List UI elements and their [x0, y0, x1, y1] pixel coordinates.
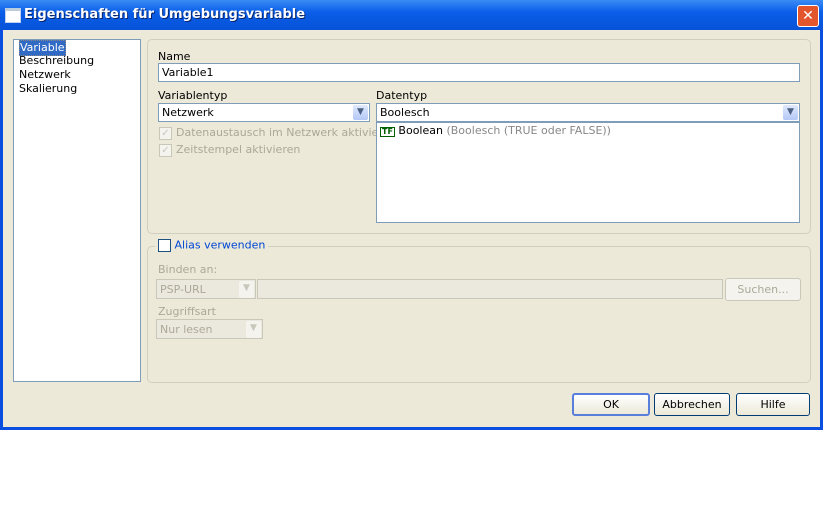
checkbox-zeitstempel-label: Zeitstempel aktivieren — [176, 143, 301, 156]
variablentyp-select[interactable]: Netzwerk ▼ — [158, 103, 370, 122]
checkbox-datenaustausch-label: Datenaustausch im Netzwerk aktivieren — [176, 126, 397, 139]
checkbox-zeitstempel: ✓ — [159, 144, 172, 157]
bind-url-input — [257, 279, 723, 299]
name-input[interactable]: Variable1 — [158, 63, 800, 82]
list-item-name: Boolean — [398, 124, 443, 137]
close-button[interactable]: ✕ — [797, 5, 819, 27]
alias-group — [147, 246, 811, 383]
help-button[interactable]: Hilfe — [736, 393, 810, 416]
list-item-desc: (Boolesch (TRUE oder FALSE)) — [446, 124, 611, 137]
list-item[interactable]: TF Boolean (Boolesch (TRUE oder FALSE)) — [380, 123, 799, 139]
search-button: Suchen... — [725, 278, 801, 301]
chevron-down-icon[interactable]: ▼ — [353, 105, 368, 120]
dialog-client: Variable Beschreibung Netzwerk Skalierun… — [3, 30, 820, 427]
datentyp-label: Datentyp — [376, 89, 428, 102]
alias-label[interactable]: Alias verwenden — [175, 239, 266, 252]
variablentyp-label: Variablentyp — [158, 89, 228, 102]
dialog-window: Eigenschaften für Umgebungsvariable ✕ Va… — [0, 0, 823, 430]
category-list[interactable]: Variable Beschreibung Netzwerk Skalierun… — [13, 39, 141, 382]
window-icon — [5, 8, 21, 23]
nav-item-beschreibung[interactable]: Beschreibung — [16, 54, 140, 68]
cancel-button[interactable]: Abbrechen — [654, 393, 730, 416]
variablentyp-value: Netzwerk — [162, 106, 214, 119]
nav-item-netzwerk[interactable]: Netzwerk — [16, 68, 140, 82]
binden-label: Binden an: — [158, 263, 218, 276]
nav-item-skalierung[interactable]: Skalierung — [16, 82, 140, 96]
chevron-down-icon[interactable]: ▼ — [783, 105, 798, 120]
title-bar[interactable]: Eigenschaften für Umgebungsvariable ✕ — [0, 0, 823, 30]
zugriffsart-label: Zugriffsart — [158, 305, 216, 318]
datentyp-value: Boolesch — [380, 106, 430, 119]
ok-button[interactable]: OK — [572, 393, 650, 416]
bind-type-select: PSP-URL ▼ — [156, 279, 256, 299]
datentyp-list[interactable]: TF Boolean (Boolesch (TRUE oder FALSE)) — [376, 122, 800, 223]
datentyp-select[interactable]: Boolesch ▼ — [376, 103, 800, 122]
access-select: Nur lesen ▼ — [156, 319, 263, 339]
name-label: Name — [158, 50, 191, 63]
chevron-down-icon: ▼ — [246, 321, 261, 338]
chevron-down-icon: ▼ — [239, 281, 254, 298]
checkbox-datenaustausch: ✓ — [159, 127, 172, 140]
bind-type-value: PSP-URL — [160, 283, 206, 296]
alias-header: Alias verwenden — [155, 238, 269, 254]
window-title: Eigenschaften für Umgebungsvariable — [24, 7, 306, 22]
access-value: Nur lesen — [160, 323, 213, 336]
boolean-type-icon: TF — [380, 127, 395, 137]
alias-checkbox[interactable] — [158, 238, 171, 252]
